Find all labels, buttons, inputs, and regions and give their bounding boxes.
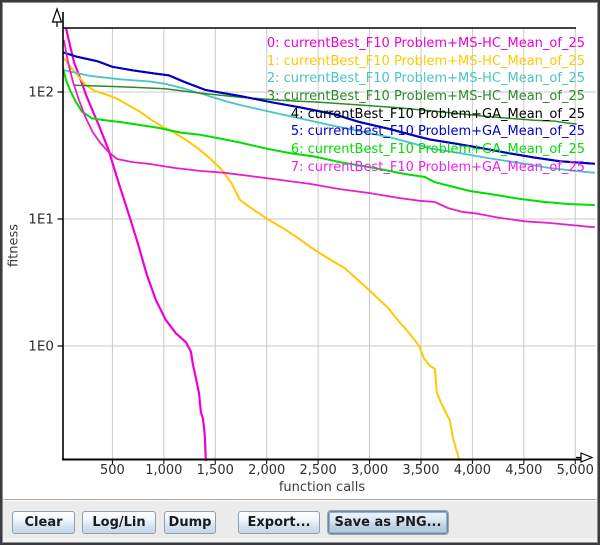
y-tick-label: 1E0 [28,339,54,355]
series-line-2 [63,70,595,173]
x-tick-label: 4,500 [505,463,542,478]
x-tick-label: 1,500 [197,463,234,478]
x-tick-label: 500 [100,463,125,478]
series-line-1 [63,57,460,463]
x-tick-label: 3,000 [351,463,388,478]
series-group [63,28,595,463]
x-tick-label: 2,000 [248,463,285,478]
series-line-5 [63,52,595,163]
fitness-plot: 500 1,000 1,500 2,000 2,500 3,000 3,500 4,000 4,… [2,2,598,499]
series-line-4 [63,52,595,163]
y-axis-arrow-icon [53,9,62,27]
window-bottom-strip [2,538,598,543]
y-tick-label: 1E1 [28,212,54,228]
x-axis-title: function calls [182,480,462,495]
toolbar: Clear Log/Lin Dump Export... Save as PNG… [2,499,598,539]
x-tick-label: 4,000 [454,463,491,478]
x-tick-label: 3,500 [402,463,439,478]
log-lin-button[interactable]: Log/Lin [82,511,156,534]
y-tick-label: 1E2 [28,85,54,101]
dump-button[interactable]: Dump [164,511,216,534]
series-line-7 [64,40,595,227]
plot-panel: 500 1,000 1,500 2,000 2,500 3,000 3,500 4,000 4,… [2,2,598,499]
x-tick-label: 2,500 [300,463,337,478]
x-tick-label: 5,000 [557,463,594,478]
plot-window: 500 1,000 1,500 2,000 2,500 3,000 3,500 4,000 4,… [0,0,600,545]
export-button[interactable]: Export... [238,511,320,534]
x-tick-label: 1,000 [145,463,182,478]
save-as-png-button[interactable]: Save as PNG... [328,511,448,534]
x-axis-arrow-icon [576,453,592,462]
y-axis-title: fitness [7,216,22,276]
series-line-0 [66,28,206,463]
clear-button[interactable]: Clear [12,511,75,534]
